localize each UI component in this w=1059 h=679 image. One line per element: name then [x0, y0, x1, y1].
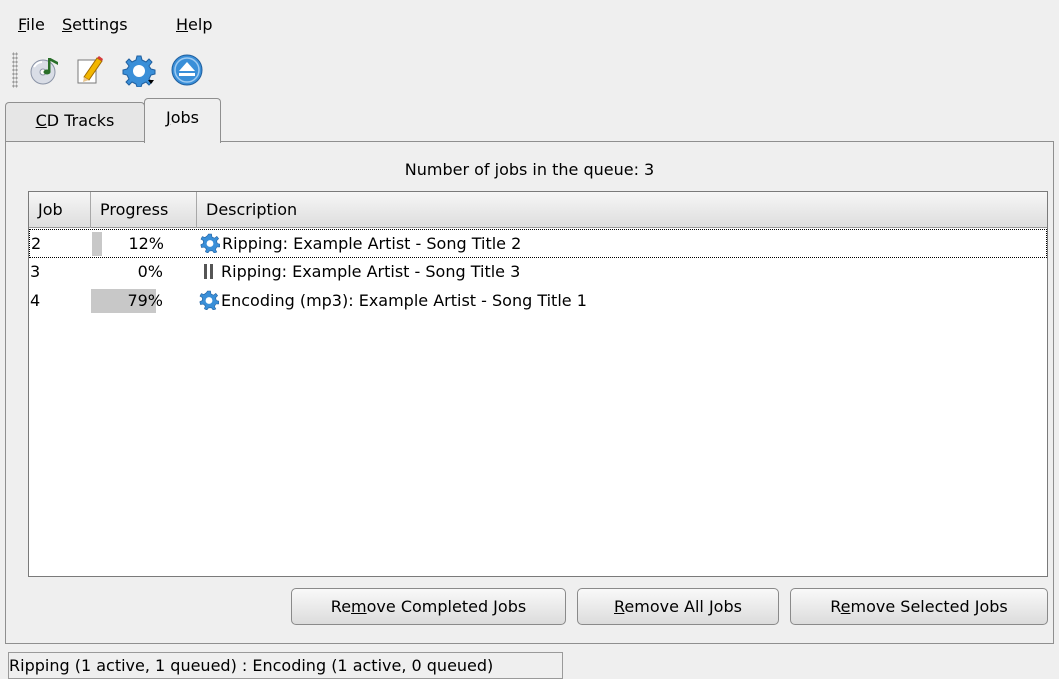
remove-completed-rest: ove Completed Jobs — [366, 597, 527, 616]
menu-help-label: elp — [188, 15, 213, 34]
table-row[interactable]: 2 12% Ripping: Example Artist - Song Tit… — [29, 229, 1047, 258]
menu-file-mnemonic: F — [18, 15, 27, 34]
progress-cell: 0% — [91, 260, 173, 284]
remove-selected-jobs-button[interactable]: Remove Selected Jobs — [790, 588, 1048, 625]
job-description: Encoding (mp3): Example Artist - Song Ti… — [199, 290, 587, 314]
menu-file-label: ile — [26, 15, 45, 34]
job-description-text: Encoding (mp3): Example Artist - Song Ti… — [221, 291, 587, 310]
remove-all-jobs-button[interactable]: Remove All Jobs — [577, 588, 779, 625]
tab-cd-tracks-label: D Tracks — [46, 111, 115, 130]
menu-file[interactable]: File — [16, 13, 47, 37]
menu-settings-label: ettings — [72, 15, 128, 34]
tab-cd-tracks[interactable]: CD Tracks — [5, 102, 145, 142]
remove-completed-jobs-button[interactable]: Remove Completed Jobs — [291, 588, 566, 625]
progress-bar-fill — [92, 232, 102, 256]
cd-audio-rip-icon[interactable] — [28, 53, 62, 87]
menubar: File Settings Help — [0, 0, 1059, 44]
remove-completed-pre: Re — [330, 597, 352, 616]
remove-all-rest: emove All Jobs — [624, 597, 742, 616]
job-description: Ripping: Example Artist - Song Title 2 — [200, 233, 521, 257]
progress-text: 79% — [127, 291, 163, 310]
progress-text: 0% — [137, 262, 163, 281]
column-header-description[interactable]: Description — [197, 192, 1047, 228]
progress-cell: 12% — [92, 232, 174, 256]
tab-cd-tracks-mnemonic: C — [35, 111, 47, 130]
remove-selected-pre: R — [830, 597, 841, 616]
job-description-text: Ripping: Example Artist - Song Title 2 — [222, 234, 522, 253]
menu-help[interactable]: Help — [174, 13, 214, 37]
tab-jobs-label: obs — [170, 108, 199, 127]
remove-all-mnemonic: R — [614, 597, 625, 616]
tab-jobs[interactable]: Jobs — [144, 98, 221, 143]
edit-pencil-icon[interactable] — [72, 53, 106, 87]
eject-icon[interactable] — [170, 53, 204, 87]
job-number: 4 — [30, 291, 41, 310]
queue-count-label: Number of jobs in the queue: 3 — [404, 160, 655, 179]
status-bar: Ripping (1 active, 1 queued) : Encoding … — [8, 652, 563, 679]
main-toolbar — [0, 48, 1059, 94]
column-header-job[interactable]: Job — [29, 192, 91, 228]
menu-help-mnemonic: H — [176, 15, 189, 34]
remove-completed-mnemonic: m — [351, 597, 367, 616]
configure-gear-dropdown-icon[interactable] — [122, 53, 156, 87]
gear-running-icon — [200, 233, 220, 253]
job-description: Ripping: Example Artist - Song Title 3 — [199, 261, 520, 285]
remove-selected-mnemonic: e — [840, 597, 851, 616]
gear-running-icon — [199, 290, 219, 310]
job-number: 3 — [30, 262, 41, 281]
table-row[interactable]: 3 0% Ripping: Example Artist - Song Titl… — [29, 258, 1047, 287]
job-description-text: Ripping: Example Artist - Song Title 3 — [221, 262, 521, 281]
menu-settings[interactable]: Settings — [60, 13, 130, 37]
progress-text: 12% — [128, 234, 164, 253]
jobs-list[interactable]: Job Progress Description 2 12% Ripping: … — [28, 191, 1048, 577]
job-number: 2 — [31, 234, 42, 253]
jobs-list-header: Job Progress Description — [29, 192, 1047, 228]
remove-selected-rest: move Selected Jobs — [850, 597, 1008, 616]
table-row[interactable]: 4 79% Encoding (mp3): Example Artist - S… — [29, 287, 1047, 316]
pause-icon — [199, 261, 219, 281]
column-header-progress[interactable]: Progress — [91, 192, 197, 228]
toolbar-grip-handle[interactable] — [12, 52, 18, 88]
menu-settings-mnemonic: S — [62, 15, 73, 34]
progress-cell: 79% — [91, 289, 173, 313]
